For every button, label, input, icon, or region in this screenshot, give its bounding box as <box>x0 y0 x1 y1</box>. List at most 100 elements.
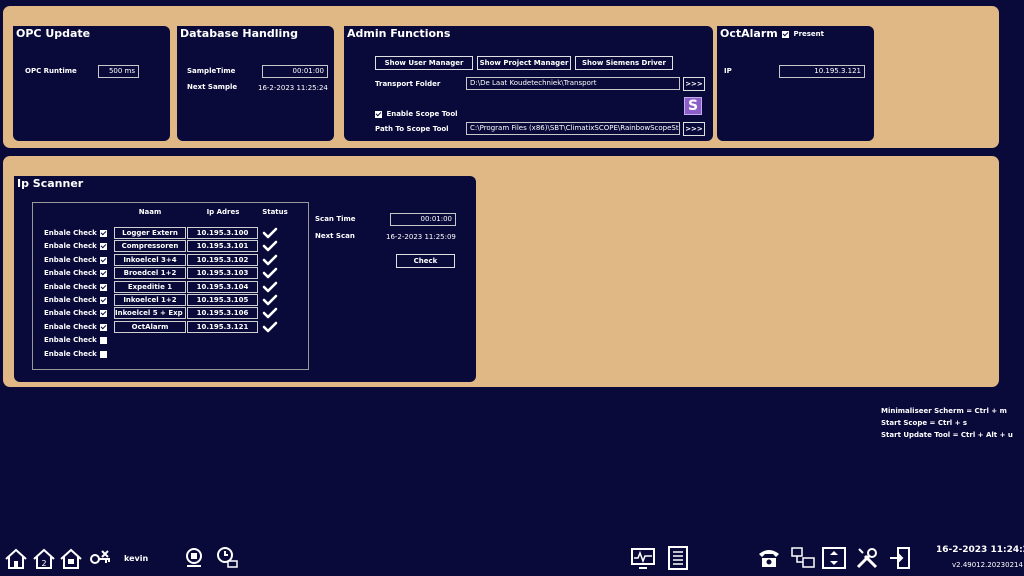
octalarm-panel: OctAlarm Present IP 10.195.3.121 <box>717 26 874 141</box>
next-sample-label: Next Sample <box>187 83 238 91</box>
home-icon[interactable] <box>4 547 28 571</box>
octalarm-title: OctAlarm <box>717 26 781 42</box>
enable-check-checkbox[interactable] <box>99 283 107 291</box>
network-computer-icon[interactable] <box>791 546 815 570</box>
enable-check-row[interactable]: Enbale Check <box>44 309 107 317</box>
home-2-icon[interactable]: 2 <box>32 547 56 571</box>
scanner-row-ip[interactable]: 10.195.3.101 <box>187 240 258 252</box>
enable-check-label: Enbale Check <box>44 350 97 358</box>
enable-check-label: Enbale Check <box>44 336 97 344</box>
enable-scope-tool-label: Enable Scope Tool <box>386 110 458 118</box>
shortcut-start-update: Start Update Tool = Ctrl + Alt + u <box>881 431 1013 439</box>
scanner-row-name[interactable]: Inkoelcel 5 + Exp 2 <box>114 307 186 319</box>
scanner-row-name[interactable]: Compressoren <box>114 240 186 252</box>
next-scan-label: Next Scan <box>315 232 355 240</box>
key-logout-icon[interactable] <box>88 547 112 571</box>
enable-check-checkbox[interactable] <box>99 242 107 250</box>
admin-functions-title: Admin Functions <box>344 26 454 42</box>
exit-door-icon[interactable] <box>888 546 912 570</box>
scanner-row-name[interactable]: Broedcel 1+2 <box>114 267 186 279</box>
enable-check-checkbox[interactable] <box>99 350 107 358</box>
enable-check-label: Enbale Check <box>44 309 97 317</box>
shortcut-minimize: Minimaliseer Scherm = Ctrl + m <box>881 407 1007 415</box>
show-siemens-driver-button[interactable]: Show Siemens Driver <box>575 56 673 70</box>
col-header-ip: Ip Adres <box>206 208 240 216</box>
scanner-row-ip[interactable]: 10.195.3.106 <box>187 307 258 319</box>
scanner-row-name[interactable]: Inkoelcel 1+2 <box>114 294 186 306</box>
status-ok-icon <box>262 281 278 293</box>
status-ok-icon <box>262 267 278 279</box>
show-project-manager-button[interactable]: Show Project Manager <box>477 56 571 70</box>
enable-check-row[interactable]: Enbale Check <box>44 323 107 331</box>
enable-check-checkbox[interactable] <box>99 269 107 277</box>
scanner-row-name[interactable]: Logger Extern <box>114 227 186 239</box>
path-scope-tool-browse-button[interactable]: >>> <box>683 122 705 136</box>
username: kevin <box>124 554 149 563</box>
home-3-icon[interactable] <box>59 547 83 571</box>
monitor-chart-icon[interactable] <box>631 546 655 570</box>
scanner-row-ip[interactable]: 10.195.3.105 <box>187 294 258 306</box>
octalarm-ip-label: IP <box>724 67 732 75</box>
status-ok-icon <box>262 294 278 306</box>
enable-scope-tool-row[interactable]: Enable Scope Tool <box>375 110 458 118</box>
admin-functions-panel: Admin Functions Show User Manager Show P… <box>344 26 713 141</box>
enable-check-row[interactable]: Enbale Check <box>44 296 107 304</box>
tools-icon[interactable] <box>855 546 879 570</box>
scanner-row-ip[interactable]: 10.195.3.102 <box>187 254 258 266</box>
window-arrows-icon[interactable] <box>822 546 846 570</box>
enable-check-label: Enbale Check <box>44 229 97 237</box>
ip-scanner-title: Ip Scanner <box>14 176 87 192</box>
present-row[interactable]: Present <box>782 30 824 38</box>
enable-check-row[interactable]: Enbale Check <box>44 242 107 250</box>
scanner-row-ip[interactable]: 10.195.3.121 <box>187 321 258 333</box>
scanner-row-ip[interactable]: 10.195.3.103 <box>187 267 258 279</box>
scope-tool-icon[interactable]: S <box>684 97 702 115</box>
database-handling-title: Database Handling <box>177 26 301 42</box>
scanner-row-ip[interactable]: 10.195.3.100 <box>187 227 258 239</box>
opc-runtime-input[interactable]: 500 ms <box>98 65 139 78</box>
show-user-manager-button[interactable]: Show User Manager <box>375 56 473 70</box>
sample-time-input[interactable]: 00:01:00 <box>262 65 328 78</box>
scanner-row-ip[interactable]: 10.195.3.104 <box>187 281 258 293</box>
octalarm-ip-input[interactable]: 10.195.3.121 <box>779 65 865 78</box>
alarm-bell-icon[interactable] <box>182 545 206 569</box>
enable-check-checkbox[interactable] <box>99 336 107 344</box>
clock-settings-icon[interactable] <box>215 545 239 569</box>
enable-check-row[interactable]: Enbale Check <box>44 336 107 344</box>
svg-text:2: 2 <box>41 559 46 568</box>
enable-check-checkbox[interactable] <box>99 296 107 304</box>
enable-check-label: Enbale Check <box>44 242 97 250</box>
scanner-row-name[interactable]: Expeditie 1 <box>114 281 186 293</box>
enable-scope-tool-checkbox[interactable] <box>375 110 382 118</box>
status-ok-icon <box>262 321 278 333</box>
scan-time-input[interactable]: 00:01:00 <box>390 213 456 226</box>
check-button[interactable]: Check <box>396 254 455 268</box>
enable-check-checkbox[interactable] <box>99 229 107 237</box>
scanner-row-name[interactable]: OctAlarm <box>114 321 186 333</box>
phone-icon[interactable] <box>757 546 781 570</box>
enable-check-label: Enbale Check <box>44 256 97 264</box>
enable-check-row[interactable]: Enbale Check <box>44 269 107 277</box>
next-sample-value: 16-2-2023 11:25:24 <box>258 84 328 92</box>
path-scope-tool-input[interactable]: C:\Program Files (x86)\SBT\ClimatixSCOPE… <box>466 122 680 135</box>
transport-folder-input[interactable]: D:\De Laat Koudetechniek\Transport <box>466 77 680 90</box>
enable-check-checkbox[interactable] <box>99 323 107 331</box>
enable-check-checkbox[interactable] <box>99 309 107 317</box>
enable-check-row[interactable]: Enbale Check <box>44 229 107 237</box>
status-ok-icon <box>262 240 278 252</box>
enable-check-row[interactable]: Enbale Check <box>44 283 107 291</box>
document-list-icon[interactable] <box>666 546 690 570</box>
sample-time-label: SampleTime <box>187 67 236 75</box>
enable-check-row[interactable]: Enbale Check <box>44 256 107 264</box>
transport-folder-browse-button[interactable]: >>> <box>683 77 705 91</box>
present-checkbox[interactable] <box>782 30 789 38</box>
keyboard-shortcuts: Minimaliseer Scherm = Ctrl + m Start Sco… <box>881 405 1013 441</box>
present-label: Present <box>793 30 825 38</box>
app-version: v2.49012.20230214 <box>952 561 1023 569</box>
opc-update-panel: OPC Update OPC Runtime 500 ms <box>13 26 170 141</box>
enable-check-checkbox[interactable] <box>99 256 107 264</box>
database-handling-panel: Database Handling SampleTime 00:01:00 Ne… <box>177 26 334 141</box>
taskbar-datetime: 16-2-2023 11:24:29 <box>936 545 1024 555</box>
scanner-row-name[interactable]: Inkoelcel 3+4 <box>114 254 186 266</box>
enable-check-row[interactable]: Enbale Check <box>44 350 107 358</box>
